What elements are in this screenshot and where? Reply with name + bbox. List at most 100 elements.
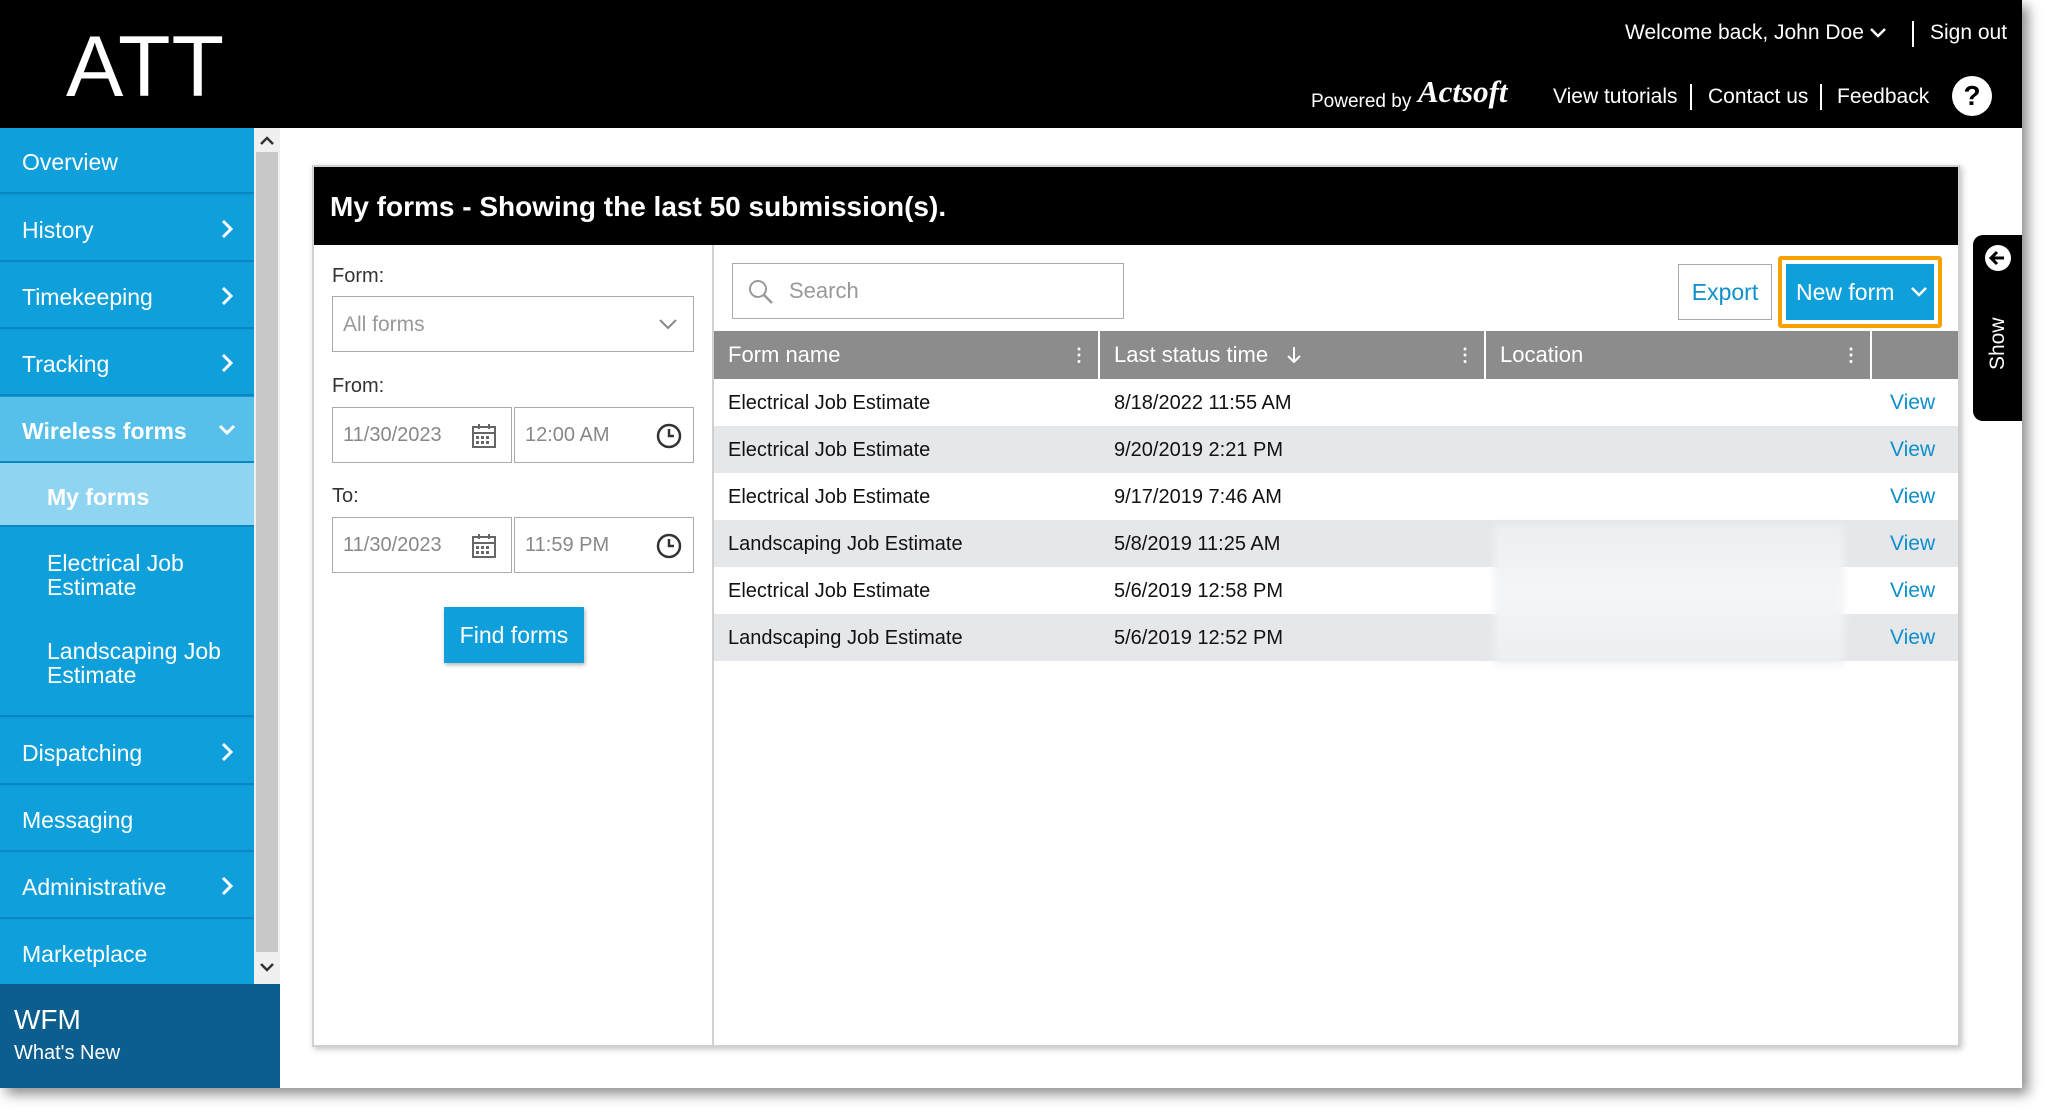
search-box[interactable] — [732, 263, 1124, 319]
scroll-up-icon[interactable] — [258, 132, 276, 150]
status-time-cell: 5/8/2019 11:25 AM — [1114, 533, 1281, 555]
whats-new-panel[interactable]: WFM What's New — [0, 984, 280, 1088]
export-button[interactable]: Export — [1678, 264, 1772, 320]
sidebar-item-landscaping-job-estimate[interactable]: Landscaping Job Estimate — [0, 617, 254, 717]
sidebar-item-history[interactable]: History — [0, 196, 254, 262]
page-title: My forms - Showing the last 50 submissio… — [330, 191, 947, 222]
form-name-cell: Electrical Job Estimate — [728, 392, 931, 414]
column-menu-icon[interactable]: ⋮ — [1842, 331, 1860, 379]
sidebar-item-label: Administrative — [22, 874, 167, 900]
column-location[interactable]: Location ⋮ — [1486, 331, 1872, 379]
top-header: ATT Welcome back, John Doe Sign out Powe… — [0, 0, 2022, 128]
column-last-status-time[interactable]: Last status time ⋮ — [1100, 331, 1486, 379]
view-link[interactable]: View — [1890, 391, 1935, 415]
search-input[interactable] — [789, 272, 1109, 310]
search-icon — [749, 280, 773, 304]
new-form-label: New form — [1796, 279, 1895, 305]
scroll-down-icon[interactable] — [258, 958, 276, 976]
to-label: To: — [332, 485, 359, 507]
to-date-input[interactable]: 11/30/2023 — [332, 517, 512, 573]
sidebar-item-overview[interactable]: Overview — [0, 128, 254, 194]
sidebar-item-label: Dispatching — [22, 740, 143, 766]
panel-header: My forms - Showing the last 50 submissio… — [314, 167, 1958, 245]
find-forms-button[interactable]: Find forms — [444, 607, 584, 663]
to-date-value: 11/30/2023 — [343, 534, 442, 556]
view-link[interactable]: View — [1890, 626, 1935, 650]
arrow-left-circle-icon — [1985, 245, 2011, 271]
clock-icon[interactable] — [655, 532, 683, 560]
chevron-right-icon — [221, 219, 234, 239]
divider — [1690, 84, 1692, 110]
form-select-value: All forms — [343, 313, 425, 336]
view-link[interactable]: View — [1890, 485, 1935, 509]
sidebar-item-wireless-forms[interactable]: Wireless forms — [0, 397, 254, 463]
chevron-right-icon — [221, 742, 234, 762]
from-date-input[interactable]: 11/30/2023 — [332, 407, 512, 463]
chevron-right-icon — [221, 353, 234, 373]
sidebar-item-label: Tracking — [22, 351, 110, 377]
sidebar-item-marketplace[interactable]: Marketplace — [0, 920, 254, 986]
feedback-link[interactable]: Feedback — [1837, 85, 1929, 109]
status-time-cell: 5/6/2019 12:58 PM — [1114, 580, 1284, 602]
table-row[interactable]: Electrical Job Estimate 8/18/2022 11:55 … — [714, 379, 1958, 426]
from-time-value: 12:00 AM — [525, 424, 610, 446]
column-label: Form name — [728, 342, 841, 367]
sort-down-icon[interactable] — [1286, 346, 1302, 364]
scrollbar-thumb[interactable] — [256, 152, 278, 952]
to-time-input[interactable]: 11:59 PM — [514, 517, 694, 573]
sign-out-link[interactable]: Sign out — [1930, 21, 2007, 45]
calendar-icon[interactable] — [471, 423, 497, 449]
sidebar-item-label: Landscaping Job Estimate — [47, 638, 221, 688]
form-name-cell: Electrical Job Estimate — [728, 580, 931, 602]
column-label: Location — [1500, 342, 1584, 367]
my-forms-panel: My forms - Showing the last 50 submissio… — [312, 165, 1960, 1047]
column-form-name[interactable]: Form name ⋮ — [714, 331, 1100, 379]
view-link[interactable]: View — [1890, 532, 1935, 556]
column-menu-icon[interactable]: ⋮ — [1456, 331, 1474, 379]
results-pane: Export New form Form name ⋮ Last status … — [714, 245, 1958, 1045]
new-form-button[interactable]: New form — [1786, 264, 1934, 320]
sidebar-item-electrical-job-estimate[interactable]: Electrical Job Estimate — [0, 527, 254, 617]
clock-icon[interactable] — [655, 422, 683, 450]
form-select[interactable]: All forms — [332, 296, 694, 352]
table-row[interactable]: Electrical Job Estimate 9/20/2019 2:21 P… — [714, 426, 1958, 473]
sidebar-item-my-forms[interactable]: My forms — [0, 463, 254, 527]
status-time-cell: 9/17/2019 7:46 AM — [1114, 486, 1282, 508]
sidebar-scrollbar[interactable] — [254, 128, 280, 984]
welcome-menu[interactable]: Welcome back, John Doe — [1625, 21, 1864, 45]
view-link[interactable]: View — [1890, 438, 1935, 462]
sidebar-item-label: Overview — [22, 149, 118, 175]
sidebar-item-messaging[interactable]: Messaging — [0, 786, 254, 852]
form-name-cell: Landscaping Job Estimate — [728, 533, 963, 555]
table-row[interactable]: Electrical Job Estimate 9/17/2019 7:46 A… — [714, 473, 1958, 520]
sidebar-item-timekeeping[interactable]: Timekeeping — [0, 263, 254, 329]
filter-pane: Form: All forms From: 11/30/2023 12:00 A… — [314, 245, 714, 1045]
sidebar: Overview History Timekeeping Tracking Wi… — [0, 128, 254, 986]
show-panel-tab[interactable]: Show — [1973, 235, 2022, 421]
help-icon[interactable]: ? — [1952, 76, 1992, 116]
calendar-icon[interactable] — [471, 533, 497, 559]
sidebar-item-label: My forms — [47, 484, 150, 510]
app-window: ATT Welcome back, John Doe Sign out Powe… — [0, 0, 2022, 1088]
brand-logo: ATT — [66, 19, 226, 115]
from-time-input[interactable]: 12:00 AM — [514, 407, 694, 463]
blurred-location-cells — [1494, 524, 1844, 664]
powered-by-label: Powered by — [1311, 91, 1412, 112]
chevron-down-icon — [1911, 287, 1927, 297]
column-menu-icon[interactable]: ⋮ — [1070, 331, 1088, 379]
divider — [1820, 84, 1822, 110]
contact-us-link[interactable]: Contact us — [1708, 85, 1808, 109]
sidebar-item-tracking[interactable]: Tracking — [0, 330, 254, 396]
new-form-highlight: New form — [1778, 256, 1942, 328]
sidebar-item-dispatching[interactable]: Dispatching — [0, 719, 254, 785]
view-tutorials-link[interactable]: View tutorials — [1553, 85, 1678, 109]
chevron-right-icon — [221, 286, 234, 306]
chevron-down-icon[interactable] — [1868, 23, 1888, 43]
form-label: Form: — [332, 265, 385, 287]
status-time-cell: 5/6/2019 12:52 PM — [1114, 627, 1284, 649]
sidebar-item-administrative[interactable]: Administrative — [0, 853, 254, 919]
table-header: Form name ⋮ Last status time ⋮ Location … — [714, 331, 1958, 379]
whats-new-label: What's New — [14, 1042, 121, 1064]
form-name-cell: Landscaping Job Estimate — [728, 627, 963, 649]
view-link[interactable]: View — [1890, 579, 1935, 603]
